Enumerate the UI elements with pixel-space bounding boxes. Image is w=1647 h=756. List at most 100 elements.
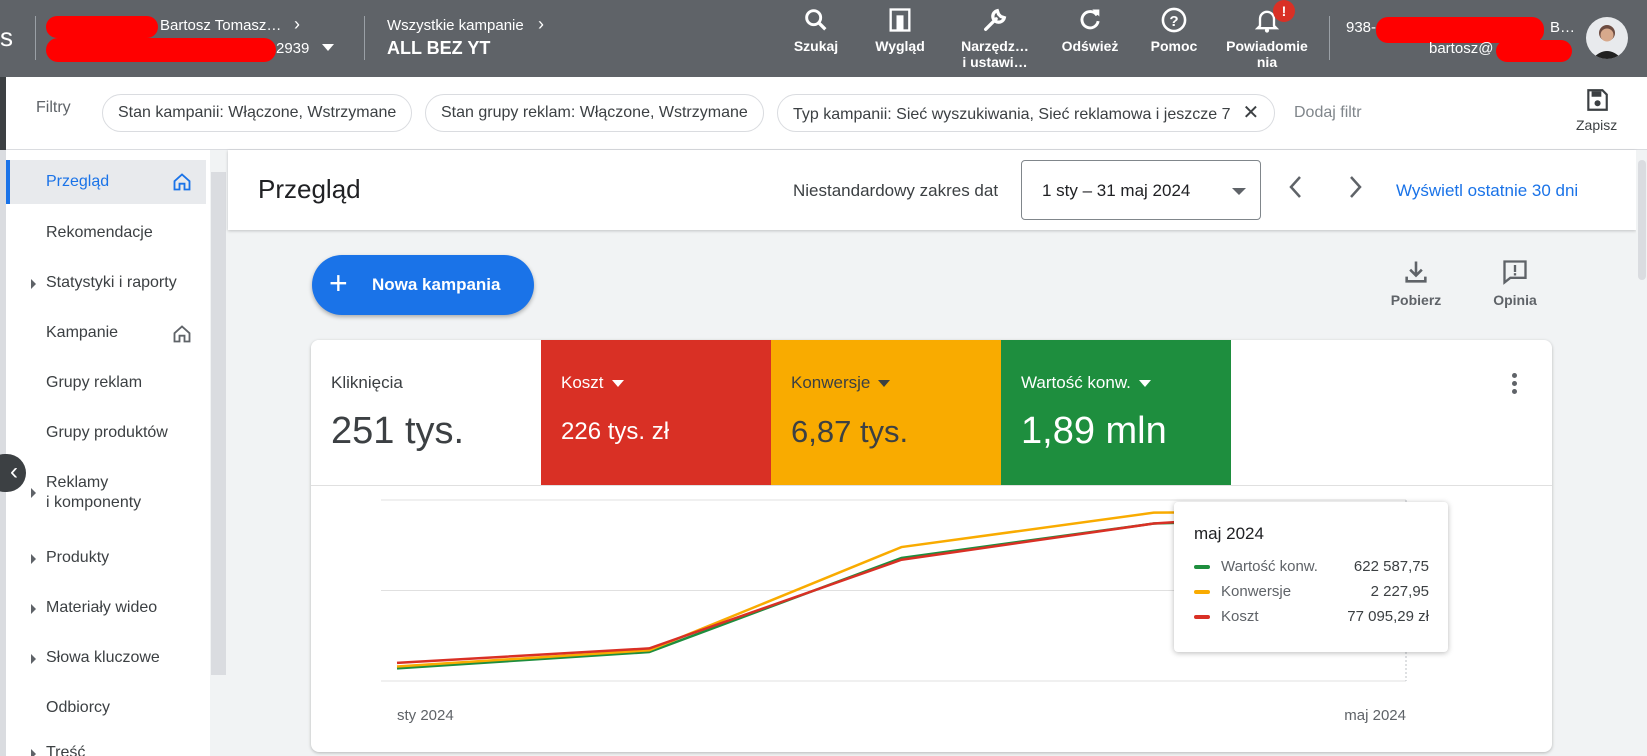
sidebar-item-keywords[interactable]: Słowa kluczowe [6,649,206,671]
tooltip-title: maj 2024 [1194,524,1264,543]
account-name[interactable]: Bartosz Tomasz… [160,17,281,34]
campaign-scope-name[interactable]: ALL BEZ YT [387,38,490,59]
plus-icon: + [329,265,348,301]
legend-swatch [1194,590,1210,594]
download-label: Pobierz [1390,292,1442,308]
tooltip-series-name: Koszt [1221,608,1259,625]
previous-period-button[interactable] [1284,172,1308,209]
chevron-left-icon [1289,176,1301,198]
sidebar-item-ads[interactable]: Reklamy i komponenty [6,474,206,516]
expand-arrow-icon[interactable] [31,554,36,564]
filter-chip-label: Typ kampanii: Sieć wyszukiwania, Sieć re… [793,106,1231,123]
metric-label[interactable]: Wartość konw. [1021,373,1151,393]
sidebar-item-insights[interactable]: Statystyki i raporty [6,274,206,296]
wrench-icon [984,8,1007,31]
metric-conversion-value[interactable]: Wartość konw. 1,89 mln [1001,340,1231,485]
svg-text:?: ? [1169,13,1178,30]
expand-arrow-icon[interactable] [31,279,36,289]
sidebar-item-product-groups[interactable]: Grupy produktów [6,424,206,446]
date-range-value: 1 sty – 31 maj 2024 [1042,181,1191,200]
feedback-icon [1503,260,1527,285]
filter-chip-adgroup-status[interactable]: Stan grupy reklam: Włączone, Wstrzymane [425,94,764,132]
sidebar-item-ad-groups[interactable]: Grupy reklam [6,374,206,396]
top-bar: s Bartosz Tomasz… › 2939 Wszystkie kampa… [0,0,1647,77]
tooltip-series-value: 622 587,75 [1353,558,1429,575]
new-campaign-button[interactable]: + Nowa kampania [312,255,534,315]
add-filter-input[interactable]: Dodaj filtr [1294,104,1362,122]
filter-chip-campaign-status[interactable]: Stan kampanii: Włączone, Wstrzymane [102,94,413,132]
refresh-button[interactable]: Odśwież [1060,6,1120,54]
avatar[interactable] [1586,17,1628,59]
metric-label[interactable]: Koszt [561,373,624,393]
help-button[interactable]: ? Pomoc [1148,6,1200,54]
sidebar-item-content[interactable]: Treść [6,744,206,756]
app-logo: s [0,22,13,52]
filter-chip-campaign-type[interactable]: Typ kampanii: Sieć wyszukiwania, Sieć re… [777,94,1276,132]
sidebar-item-label: Materiały wideo [46,599,158,616]
chevron-right-icon [1350,176,1362,198]
next-period-button[interactable] [1343,172,1367,209]
tooltip-series-name: Wartość konw. [1221,558,1318,575]
expand-arrow-icon[interactable] [31,654,36,664]
campaign-scope-label[interactable]: Wszystkie kampanie [387,17,524,34]
help-icon: ? [1161,7,1187,33]
customer-name[interactable]: B… [1550,19,1575,36]
page-header: Przegląd Niestandardowy zakres dat 1 sty… [228,150,1636,230]
sidebar-item-campaigns[interactable]: Kampanie [6,324,206,346]
sidebar-item-audiences[interactable]: Odbiorcy [6,699,206,721]
chevron-right-icon[interactable]: › [294,14,300,35]
tools-button[interactable]: Narzędz… i ustawi… [956,6,1034,70]
notifications-label: Powiadomie [1226,38,1308,54]
sidebar-item-recommendations[interactable]: Rekomendacje [6,224,206,246]
filter-chip-label: Stan kampanii: Włączone, Wstrzymane [118,104,397,121]
metric-clicks[interactable]: Kliknięcia 251 tys. [311,340,541,485]
tooltip-series-name: Konwersje [1221,583,1292,600]
metric-label-text: Koszt [561,373,604,392]
sidebar-item-videos[interactable]: Materiały wideo [6,599,206,621]
metric-cost[interactable]: Koszt 226 tys. zł [541,340,771,485]
close-icon[interactable]: ✕ [1243,102,1260,124]
metric-label[interactable]: Konwersje [791,373,891,393]
save-label: Zapisz [1576,117,1618,133]
sidebar-scrollbar-thumb[interactable] [211,172,226,675]
sidebar-item-label-2: i komponenty [46,494,142,511]
caret-down-icon [878,380,891,388]
feedback-button[interactable]: Opinia [1488,258,1542,308]
customer-id[interactable]: 938- [1346,19,1376,36]
sidebar-item-label: Kampanie [46,324,119,341]
last-30-days-link[interactable]: Wyświetl ostatnie 30 dni [1396,181,1578,201]
tools-label-2: i ustawi… [962,54,1028,70]
chevron-right-icon[interactable]: › [538,14,544,35]
main-content: Przegląd Niestandardowy zakres dat 1 sty… [228,150,1647,756]
chevron-left-icon: ‹ [10,458,18,485]
metric-value: 1,89 mln [1021,410,1167,452]
feedback-label: Opinia [1493,292,1537,308]
sidebar-item-label: Grupy produktów [46,424,168,441]
sidebar-item-label: Statystyki i raporty [46,274,177,291]
divider [1329,16,1330,60]
download-button[interactable]: Pobierz [1386,258,1446,308]
divider [364,16,365,60]
more-options-icon[interactable] [1502,370,1526,400]
expand-arrow-icon[interactable] [31,749,36,756]
sidebar-item-overview[interactable]: Przegląd [6,160,206,204]
sidebar-item-products[interactable]: Produkty [6,549,206,571]
metric-conversions[interactable]: Konwersje 6,87 tys. [771,340,1001,485]
search-button[interactable]: Szukaj [791,6,841,54]
notifications-button[interactable]: ! Powiadomie nia [1223,0,1311,70]
home-icon [173,325,191,343]
appearance-button[interactable]: Wygląd [872,6,928,54]
user-email[interactable]: bartosz@ [1429,40,1493,57]
date-range-select[interactable]: 1 sty – 31 maj 2024 [1021,160,1261,220]
sidebar-item-label: Grupy reklam [46,374,143,391]
divider [311,485,1552,486]
chart-tooltip: maj 2024 Wartość konw. 622 587,75 Konwer… [1174,502,1448,652]
caret-down-icon[interactable] [322,44,334,51]
expand-arrow-icon[interactable] [31,604,36,614]
page-title: Przegląd [258,174,361,204]
save-button[interactable]: Zapisz [1576,87,1617,133]
main-scrollbar-thumb[interactable] [1638,160,1646,280]
expand-arrow-icon[interactable] [31,488,36,498]
account-id[interactable]: 2939 [276,40,309,57]
metric-label-text: Kliknięcia [331,373,403,392]
